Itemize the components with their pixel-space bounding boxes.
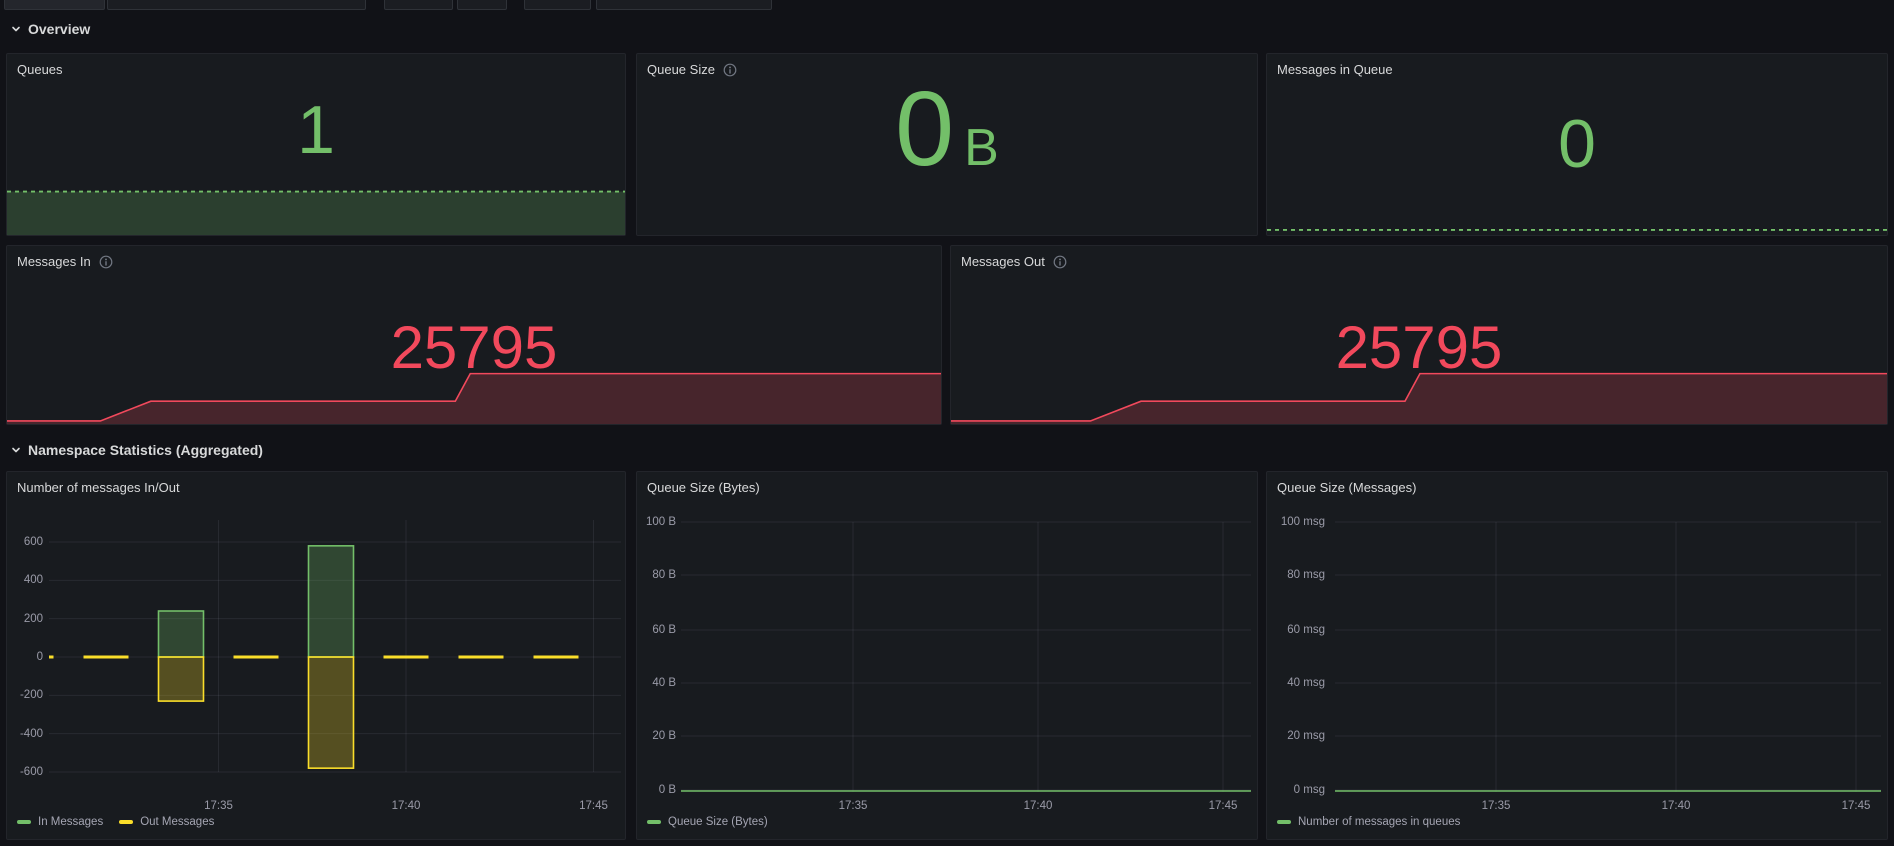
- time-tick-label: 17:45: [1841, 800, 1871, 812]
- legend-series-swatch: [1277, 820, 1291, 824]
- legend-series-swatch: [17, 820, 31, 824]
- legend-item[interactable]: Out Messages: [119, 816, 214, 828]
- chevron-down-icon: [12, 447, 20, 453]
- legend-series-label: Number of messages in queues: [1298, 816, 1461, 828]
- legend-item[interactable]: Number of messages in queues: [1277, 816, 1460, 828]
- time-tick-label: 17:40: [1661, 800, 1691, 812]
- axis-tick-label: 80 msg: [1287, 569, 1325, 581]
- axis-tick-label: 100 B: [645, 516, 676, 528]
- toolbar-widget[interactable]: [457, 0, 507, 10]
- info-icon[interactable]: [99, 255, 113, 269]
- axis-tick-label: 20 B: [652, 730, 676, 742]
- axis-tick-label: 600: [23, 536, 43, 548]
- panel-number-of-messages: Number of messages In/Out 600 400 200 0 -200…: [6, 471, 626, 840]
- axis-tick-label: 40 msg: [1287, 677, 1325, 689]
- bar-chart: [49, 520, 621, 773]
- legend: In Messages Out Messages: [17, 816, 214, 828]
- time-tick-label: 17:40: [1023, 800, 1053, 812]
- panel-title[interactable]: Queue Size (Messages): [1277, 480, 1416, 495]
- legend: Number of messages in queues: [1277, 816, 1460, 828]
- line-chart: [1335, 521, 1881, 792]
- axis-tick-label: 400: [23, 574, 43, 587]
- toolbar-widget[interactable]: [524, 0, 591, 10]
- panel-title[interactable]: Queue Size (Bytes): [647, 480, 760, 495]
- axis-tick-label: 40 B: [652, 677, 676, 689]
- info-icon[interactable]: [1053, 255, 1067, 269]
- legend: Queue Size (Bytes): [647, 816, 768, 828]
- toolbar-widget[interactable]: [4, 0, 105, 10]
- time-tick-label: 17:35: [1481, 800, 1511, 812]
- panel-title[interactable]: Messages Out: [961, 254, 1067, 269]
- time-tick-label: 17:40: [391, 800, 421, 812]
- stat-unit: B: [964, 119, 999, 177]
- legend-series-swatch: [119, 820, 134, 824]
- axis-tick-label: 0: [36, 651, 43, 663]
- panel-messages-in: Messages In 25795: [6, 245, 942, 425]
- legend-series-swatch: [647, 820, 661, 824]
- time-tick-label: 17:45: [1208, 800, 1238, 812]
- legend-series-label: Queue Size (Bytes): [668, 816, 768, 828]
- axis-tick-label: 0 msg: [1293, 784, 1325, 796]
- section-overview[interactable]: Overview: [10, 16, 90, 42]
- panel-messages-out: Messages Out 25795: [950, 245, 1888, 425]
- panel-queue-size-messages: Queue Size (Messages) 100 msg 80 msg 60 ms…: [1266, 471, 1888, 840]
- toolbar-widget[interactable]: [107, 0, 366, 10]
- axis-tick-label: -600: [19, 766, 43, 778]
- panel-messages-in-queue: Messages in Queue 0: [1266, 53, 1888, 236]
- panel-queue-size-bytes: Queue Size (Bytes) 100 B 80 B 60 B 40 B 20 B…: [636, 471, 1258, 840]
- axis-tick-label: 200: [23, 612, 43, 625]
- panel-title[interactable]: Number of messages In/Out: [17, 480, 180, 495]
- panel-title[interactable]: Messages In: [17, 254, 113, 269]
- stat-value: 25795: [390, 314, 558, 381]
- line-chart: [681, 521, 1251, 792]
- axis-tick-label: -200: [19, 689, 43, 702]
- time-tick-label: 17:45: [579, 800, 608, 812]
- legend-item[interactable]: In Messages: [17, 816, 103, 828]
- toolbar-widget[interactable]: [596, 0, 772, 10]
- stat-value: 0: [1558, 106, 1596, 182]
- legend-series-label: Out Messages: [140, 816, 215, 828]
- toolbar-widget[interactable]: [384, 0, 453, 10]
- stat-value: 0 B: [895, 70, 999, 188]
- panel-title[interactable]: Queue Size: [647, 62, 737, 77]
- axis-tick-label: 100 msg: [1280, 516, 1325, 528]
- panel-title[interactable]: Queues: [17, 62, 63, 77]
- legend-item[interactable]: Queue Size (Bytes): [647, 816, 768, 828]
- section-title: Namespace Statistics (Aggregated): [28, 442, 263, 458]
- axis-tick-label: 80 B: [652, 569, 676, 581]
- axis-tick-label: 20 msg: [1287, 730, 1325, 742]
- grafana-dashboard: Overview Queues 1 Queue Size 0 B Message…: [0, 0, 1894, 846]
- axis-tick-label: 60 B: [652, 624, 676, 636]
- stat-value: 1: [297, 92, 335, 168]
- stat-value: 25795: [1335, 314, 1503, 381]
- section-namespace-statistics[interactable]: Namespace Statistics (Aggregated): [10, 437, 263, 463]
- axis-tick-label: -400: [19, 727, 43, 740]
- panel-title[interactable]: Messages in Queue: [1277, 62, 1393, 77]
- panel-queue-size: Queue Size 0 B: [636, 53, 1258, 236]
- panel-queues: Queues 1: [6, 53, 626, 236]
- chevron-down-icon: [12, 26, 20, 32]
- time-tick-label: 17:35: [204, 800, 233, 812]
- legend-series-label: In Messages: [38, 816, 104, 828]
- section-title: Overview: [28, 21, 91, 37]
- time-tick-label: 17:35: [838, 800, 868, 812]
- axis-tick-label: 60 msg: [1287, 624, 1325, 636]
- info-icon[interactable]: [723, 63, 737, 77]
- axis-tick-label: 0 B: [658, 784, 676, 796]
